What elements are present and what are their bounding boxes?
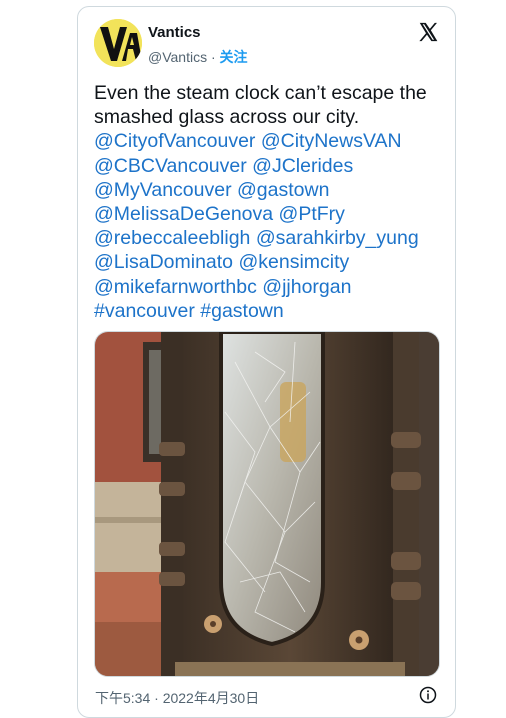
mention-link[interactable]: @MyVancouver — [94, 179, 232, 201]
x-logo-icon[interactable] — [417, 21, 439, 43]
mention-link[interactable]: @gastown — [237, 179, 329, 201]
author-handle[interactable]: @Vantics — [148, 49, 207, 65]
follow-button[interactable]: 关注 — [220, 49, 248, 65]
tweet-photo[interactable] — [94, 331, 440, 677]
hashtag-link[interactable]: #gastown — [200, 300, 283, 322]
mention-link[interactable]: @CBCVancouver — [94, 155, 247, 177]
tweet-body: Even the steam clock can’t escape the sm… — [94, 82, 427, 129]
avatar-logo-icon — [94, 19, 142, 67]
mention-link[interactable]: @kensimcity — [238, 251, 349, 273]
mention-link[interactable]: @LisaDominato — [94, 251, 233, 273]
hashtag-link[interactable]: #vancouver — [94, 300, 195, 322]
timestamp[interactable]: 下午5:34 · 2022年4月30日 — [95, 688, 259, 708]
mention-link[interactable]: @rebeccaleebligh — [94, 227, 250, 249]
avatar[interactable] — [94, 19, 142, 67]
author-name[interactable]: Vantics — [148, 24, 201, 41]
mention-link[interactable]: @CityNewsVAN — [261, 130, 402, 152]
author-handle-row: @Vantics · 关注 — [148, 47, 248, 67]
mention-link[interactable]: @MelissaDeGenova — [94, 203, 273, 225]
mention-link[interactable]: @sarahkirby_yung — [256, 227, 419, 249]
tweet-text: Even the steam clock can’t escape the sm… — [94, 81, 444, 323]
separator: · — [207, 49, 220, 65]
info-icon[interactable] — [419, 686, 437, 704]
steam-clock-photo — [95, 332, 439, 676]
mention-link[interactable]: @jjhorgan — [262, 276, 351, 298]
mention-link[interactable]: @CityofVancouver — [94, 130, 255, 152]
mention-link[interactable]: @PtFry — [279, 203, 345, 225]
tweet-card: Vantics @Vantics · 关注 Even the steam clo… — [77, 6, 456, 718]
mention-link[interactable]: @JClerides — [252, 155, 353, 177]
mention-link[interactable]: @mikefarnworthbc — [94, 276, 257, 298]
